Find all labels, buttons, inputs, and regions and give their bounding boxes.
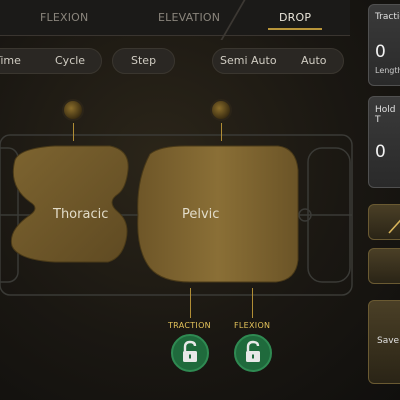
tab-drop[interactable]: DROP — [279, 11, 311, 24]
flexion-lock-stem — [252, 288, 253, 318]
save-label: Save — [377, 336, 400, 346]
unlock-icon — [183, 340, 197, 362]
thoracic-pad — [10, 145, 129, 263]
flexion-lock-button[interactable] — [234, 334, 272, 372]
pelvic-sensor-stem — [221, 123, 222, 141]
mode-time-button[interactable]: Time — [0, 54, 21, 67]
traction-lock-button[interactable] — [171, 334, 209, 372]
thoracic-sensor-indicator — [62, 99, 84, 121]
tab-flexion[interactable]: FLEXION — [40, 11, 88, 24]
secondary-adjust-button[interactable] — [368, 248, 400, 284]
hold-time-value: 0 — [375, 142, 386, 162]
thoracic-label: Thoracic — [53, 207, 109, 222]
traction-lock-stem — [190, 288, 191, 318]
tab-bar: FLEXION ELEVATION DROP — [0, 0, 350, 40]
tab-divider — [220, 0, 246, 40]
angle-adjust-button[interactable] — [368, 204, 400, 240]
mode-cycle-button[interactable]: Cycle — [55, 54, 85, 67]
tab-elevation[interactable]: ELEVATION — [158, 11, 220, 24]
traction-card-title: Tractio — [375, 12, 400, 22]
pelvic-sensor-indicator — [210, 99, 232, 121]
active-tab-indicator — [268, 28, 322, 30]
traction-lock-label: TRACTION — [168, 321, 211, 330]
mode-step-button[interactable]: Step — [131, 54, 156, 67]
traction-length-value: 0 — [375, 42, 386, 62]
thoracic-sensor-stem — [73, 123, 74, 141]
traction-length-unit: Length — [375, 66, 400, 75]
unlock-icon — [246, 340, 260, 362]
mode-auto-button[interactable]: Auto — [301, 54, 327, 67]
mode-semi-auto-button[interactable]: Semi Auto — [220, 54, 277, 67]
flexion-lock-label: FLEXION — [234, 321, 271, 330]
angle-icon — [388, 219, 400, 234]
app-screen: FLEXION ELEVATION DROP Time Cycle Step S… — [0, 0, 400, 400]
pelvic-label: Pelvic — [182, 207, 220, 222]
hold-card-title: Hold T — [375, 105, 396, 125]
